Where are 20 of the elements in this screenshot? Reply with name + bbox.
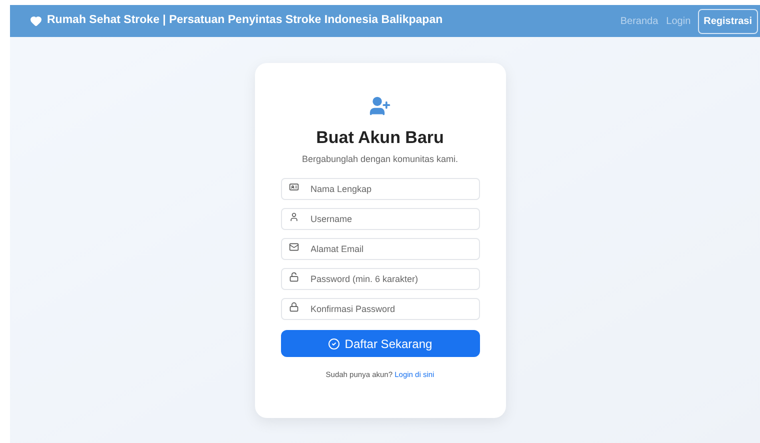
register-button[interactable]: Daftar Sekarang — [280, 330, 480, 357]
input-field[interactable]: Username — [280, 208, 480, 230]
nav-link[interactable]: Registrasi — [698, 8, 758, 34]
check-circle-icon — [328, 338, 340, 350]
input-field[interactable]: Nama Lengkap — [280, 178, 480, 200]
card-title: Buat Akun Baru — [316, 127, 444, 149]
heart-icon — [30, 15, 42, 27]
lock-icon — [288, 302, 298, 312]
id-card-icon — [288, 182, 298, 192]
nav-link[interactable]: Beranda — [619, 14, 660, 28]
open-lock-icon — [288, 272, 298, 282]
envelope-icon — [288, 242, 298, 252]
brand-title[interactable]: Rumah Sehat Stroke | Persatuan Penyintas Stroke Indonesia Balikpapan — [47, 12, 443, 30]
add-user-icon — [369, 95, 391, 117]
input-field[interactable]: Password (min. 6 karakter) — [280, 268, 480, 290]
input-field[interactable]: Konfirmasi Password — [280, 298, 480, 320]
input-field[interactable]: Alamat Email — [280, 238, 480, 260]
card-subtitle: Bergabunglah dengan komunitas kami. — [302, 152, 458, 166]
user-icon — [288, 212, 298, 222]
nav-link[interactable]: Login — [665, 14, 692, 28]
